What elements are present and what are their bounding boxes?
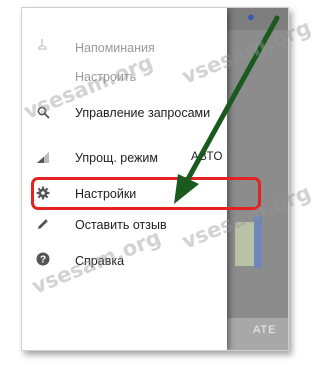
phone-screenshot: ● ATE Напоминания Настроить Управление з… xyxy=(21,7,289,351)
pointer-arrow xyxy=(174,15,280,204)
